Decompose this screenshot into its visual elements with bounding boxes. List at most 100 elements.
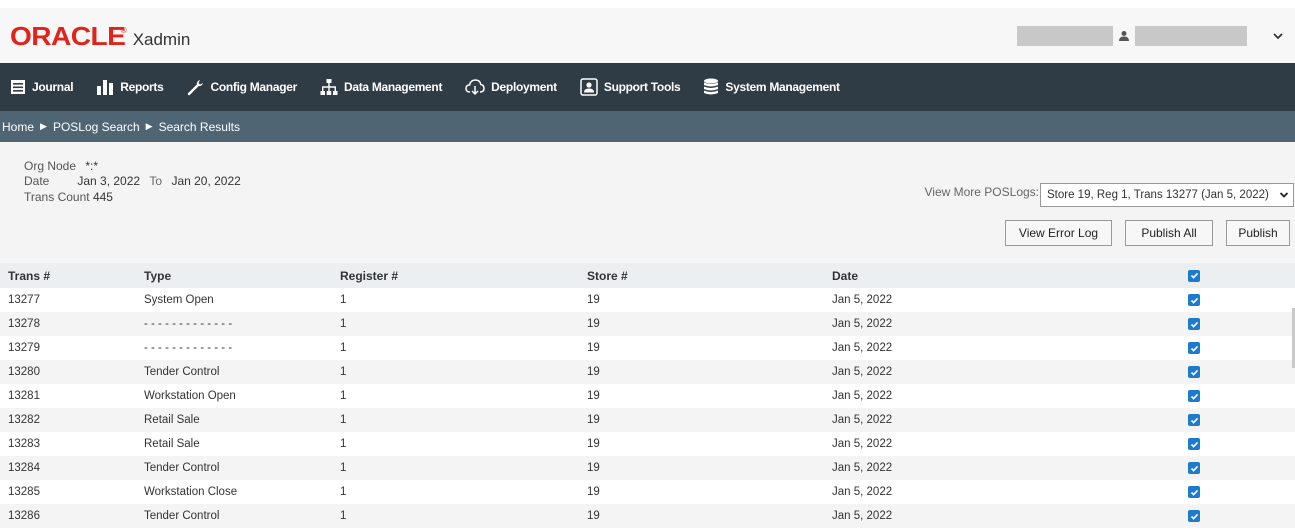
cell-store: 19	[587, 294, 600, 306]
cell-type: Tender Control	[144, 462, 220, 474]
cell-trans[interactable]: 13278	[8, 318, 40, 330]
table-row[interactable]: 13284 Tender Control 1 19 Jan 5, 2022	[0, 456, 1295, 480]
trans-count-value: 445	[92, 190, 113, 204]
cell-store: 19	[587, 510, 600, 522]
cell-trans[interactable]: 13281	[8, 390, 40, 402]
table-row[interactable]: 13286 Tender Control 1 19 Jan 5, 2022	[0, 504, 1295, 528]
publish-all-button[interactable]: Publish All	[1125, 220, 1213, 246]
cell-register: 1	[340, 366, 347, 378]
checkmark-icon	[1190, 345, 1198, 352]
cell-store: 19	[587, 390, 600, 402]
user-menu[interactable]	[1017, 25, 1285, 47]
cell-type: Tender Control	[144, 510, 220, 522]
table-row[interactable]: 13279 - - - - - - - - - - - - - 1 19 Jan 5, …	[0, 336, 1295, 360]
row-checkbox[interactable]	[1188, 366, 1200, 378]
app-header: ORACLE ® Xadmin	[0, 0, 1295, 63]
table-row[interactable]: 13281 Workstation Open 1 19 Jan 5, 2022	[0, 384, 1295, 408]
table-row[interactable]: 13280 Tender Control 1 19 Jan 5, 2022	[0, 360, 1295, 384]
table-row[interactable]: 13283 Retail Sale 1 19 Jan 5, 2022	[0, 432, 1295, 456]
cell-trans[interactable]: 13282	[8, 414, 40, 426]
date-from: Jan 3, 2022	[77, 174, 141, 188]
cell-date: Jan 5, 2022	[832, 342, 893, 354]
table-row[interactable]: 13277 System Open 1 19 Jan 5, 2022	[0, 288, 1295, 312]
logo-brand: ORACLE	[10, 21, 126, 51]
nav-label: Data Management	[343, 80, 443, 94]
nav-data-management[interactable]: Data Management	[320, 78, 442, 96]
breadcrumb-separator-icon: ▶	[145, 121, 153, 131]
table-row[interactable]: 13282 Retail Sale 1 19 Jan 5, 2022	[0, 408, 1295, 432]
cell-store: 19	[587, 486, 600, 498]
table-body: 13277 System Open 1 19 Jan 5, 2022 13278 - - -…	[0, 288, 1295, 528]
table-header: Trans # Type Register # Store # Date	[0, 263, 1295, 288]
row-checkbox[interactable]	[1188, 462, 1200, 474]
nav-system-management[interactable]: System Management	[703, 78, 840, 96]
chevron-down-icon[interactable]	[1271, 29, 1285, 43]
cell-type: Tender Control	[144, 366, 220, 378]
breadcrumb: Home ▶ POSLog Search ▶ Search Results	[0, 111, 1295, 142]
col-store[interactable]: Store #	[587, 269, 628, 283]
row-checkbox[interactable]	[1188, 294, 1200, 306]
cell-date: Jan 5, 2022	[832, 414, 893, 426]
cell-register: 1	[340, 486, 347, 498]
cell-type: Workstation Open	[144, 390, 236, 402]
cell-type: - - - - - - - - - - - - -	[144, 318, 233, 330]
nav-reports[interactable]: Reports	[96, 79, 164, 95]
user-icon	[1113, 26, 1135, 46]
checkmark-icon	[1190, 321, 1198, 328]
cell-trans[interactable]: 13283	[8, 438, 40, 450]
search-summary: Org Node *:* Date Jan 3, 2022 To Jan 20,…	[0, 142, 1295, 263]
row-checkbox[interactable]	[1188, 342, 1200, 354]
cell-trans[interactable]: 13277	[8, 294, 40, 306]
cell-register: 1	[340, 438, 347, 450]
breadcrumb-poslog-search[interactable]: POSLog Search	[53, 120, 140, 134]
cell-date: Jan 5, 2022	[832, 318, 893, 330]
cell-type: - - - - - - - - - - - - -	[144, 342, 233, 354]
org-node-label: Org Node	[24, 159, 77, 173]
nav-support-tools[interactable]: Support Tools	[580, 78, 681, 96]
cell-type: Workstation Close	[144, 486, 238, 498]
cell-trans[interactable]: 13284	[8, 462, 40, 474]
nav-label: Config Manager	[210, 80, 298, 94]
table-row[interactable]: 13285 Workstation Close 1 19 Jan 5, 2022	[0, 480, 1295, 504]
row-checkbox[interactable]	[1188, 438, 1200, 450]
table-row[interactable]: 13278 - - - - - - - - - - - - - 1 19 Jan 5, …	[0, 312, 1295, 336]
col-type[interactable]: Type	[144, 269, 171, 283]
date-label: Date	[24, 174, 50, 188]
cell-date: Jan 5, 2022	[832, 294, 893, 306]
view-more-poslogs-select[interactable]: Store 19, Reg 1, Trans 13277 (Jan 5, 202…	[1040, 183, 1294, 207]
trans-count-row: Trans Count 445	[24, 190, 113, 204]
publish-button[interactable]: Publish	[1226, 220, 1290, 246]
col-register[interactable]: Register #	[340, 269, 398, 283]
col-trans[interactable]: Trans #	[8, 269, 50, 283]
cell-register: 1	[340, 390, 347, 402]
trans-count-label: Trans Count	[24, 190, 90, 204]
cell-trans[interactable]: 13280	[8, 366, 40, 378]
col-date[interactable]: Date	[832, 269, 858, 283]
nav-config-manager[interactable]: Config Manager	[187, 78, 297, 96]
app-name: Xadmin	[132, 30, 191, 49]
nav-journal[interactable]: Journal	[10, 79, 74, 95]
row-checkbox[interactable]	[1188, 510, 1200, 522]
redacted-username	[1135, 26, 1247, 46]
row-checkbox[interactable]	[1188, 486, 1200, 498]
row-checkbox[interactable]	[1188, 318, 1200, 330]
hierarchy-icon	[320, 79, 338, 95]
row-checkbox[interactable]	[1188, 414, 1200, 426]
breadcrumb-home[interactable]: Home	[2, 120, 34, 134]
checkmark-icon	[1190, 465, 1198, 472]
nav-deployment[interactable]: Deployment	[465, 78, 557, 96]
checkmark-icon	[1190, 417, 1198, 424]
cell-trans[interactable]: 13279	[8, 342, 40, 354]
support-icon	[580, 78, 598, 96]
cell-trans[interactable]: 13285	[8, 486, 40, 498]
checkmark-icon	[1190, 393, 1198, 400]
chevron-down-icon	[1279, 192, 1289, 198]
cell-type: Retail Sale	[144, 414, 200, 426]
select-all-checkbox[interactable]	[1188, 269, 1200, 282]
oracle-logo[interactable]: ORACLE ® Xadmin	[10, 21, 190, 52]
row-checkbox[interactable]	[1188, 390, 1200, 402]
cell-store: 19	[587, 438, 600, 450]
cell-date: Jan 5, 2022	[832, 486, 893, 498]
view-error-log-button[interactable]: View Error Log	[1005, 220, 1112, 246]
cell-trans[interactable]: 13286	[8, 510, 40, 522]
